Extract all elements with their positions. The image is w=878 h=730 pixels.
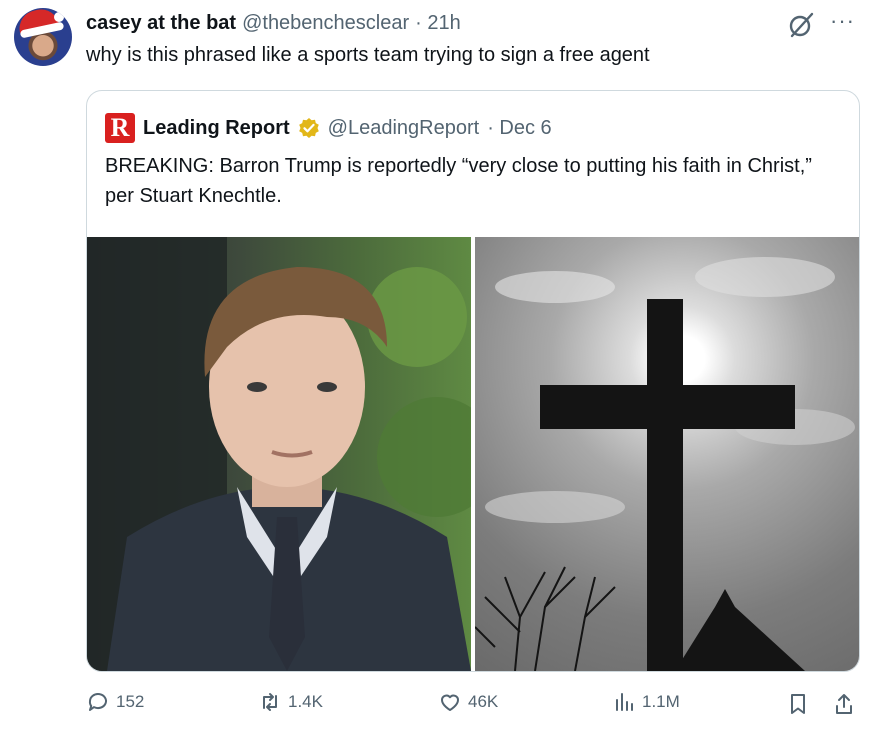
views-button[interactable]: 1.1M [612,690,680,714]
quoted-text: BREAKING: Barron Trump is reportedly “ve… [105,155,812,207]
quoted-header: R Leading Report @LeadingReport · Dec 6 [105,113,552,143]
leading-report-logo: R [105,113,135,143]
more-icon[interactable]: ··· [830,8,855,34]
like-count: 46K [468,692,499,711]
media-grid [87,237,859,671]
quoted-tweet[interactable]: R Leading Report @LeadingReport · Dec 6 … [86,90,860,672]
avatar[interactable] [14,8,72,66]
reply-count: 152 [116,692,145,711]
grok-icon[interactable] [786,10,816,40]
reply-button[interactable]: 152 [86,690,144,714]
views-icon [616,693,633,711]
quoted-display-name[interactable]: Leading Report [143,117,290,140]
handle[interactable]: @thebenchesclear [242,12,409,35]
repost-count: 1.4K [288,692,323,711]
quoted-date[interactable]: · Dec 6 [487,117,551,140]
bookmark-icon[interactable] [786,692,810,716]
share-icon[interactable] [832,692,856,716]
photo-cross[interactable] [475,237,859,671]
verified-badge-icon [298,118,319,138]
tweet-header: casey at the bat @thebenchesclear · 21h [86,12,461,35]
repost-icon [263,693,277,711]
action-bar: 152 1.4K 46K 1.1M [86,690,866,720]
reply-icon [88,693,107,711]
photo-portrait[interactable] [87,237,471,671]
like-button[interactable]: 46K [438,690,498,714]
repost-button[interactable]: 1.4K [258,690,323,714]
tweet-text: why is this phrased like a sports team t… [86,44,650,66]
display-name[interactable]: casey at the bat [86,12,236,35]
quoted-handle[interactable]: @LeadingReport [328,117,480,140]
like-icon [441,694,459,711]
views-count: 1.1M [642,692,680,711]
timestamp[interactable]: · 21h [415,12,461,35]
